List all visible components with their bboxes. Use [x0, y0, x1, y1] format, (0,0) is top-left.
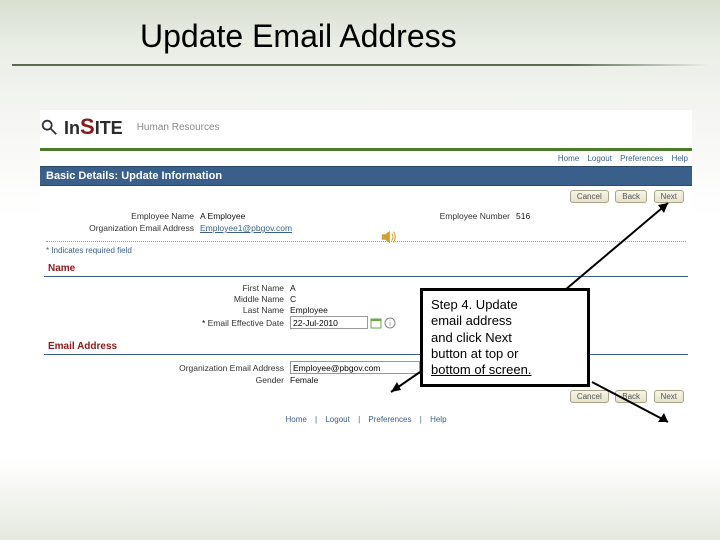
org-email-input[interactable] [290, 361, 420, 374]
back-button[interactable]: Back [615, 190, 647, 203]
callout-line2: email address [431, 313, 579, 329]
eff-date-input[interactable] [290, 316, 368, 329]
instruction-callout: Step 4. Update email address and click N… [420, 288, 590, 387]
footer-help[interactable]: Help [430, 415, 446, 424]
callout-line5: bottom of screen. [431, 362, 579, 378]
last-name-label: Last Name [40, 305, 290, 315]
nav-logout[interactable]: Logout [587, 154, 611, 163]
magnifier-icon [40, 118, 58, 136]
footer-sep: | [315, 415, 317, 424]
emp-name-value: A Employee [200, 211, 245, 221]
footer-sep2: | [358, 415, 360, 424]
footer-preferences[interactable]: Preferences [368, 415, 411, 424]
app-window: InSITE Human Resources Home Logout Prefe… [40, 110, 692, 432]
callout-line1: Step 4. Update [431, 297, 579, 313]
summary-grid: Employee Name A Employee Organization Em… [40, 207, 692, 237]
footer-logout[interactable]: Logout [325, 415, 349, 424]
bottom-button-row: Cancel Back Next [40, 386, 692, 407]
logo-row: InSITE Human Resources [40, 110, 692, 146]
cancel-button[interactable]: Cancel [570, 190, 609, 203]
dotted-divider [46, 241, 686, 242]
emp-num-label: Employee Number [366, 211, 516, 221]
help-icon[interactable]: i [384, 317, 396, 329]
name-section-header: Name [44, 261, 688, 277]
logo-s: S [80, 114, 95, 140]
org-email-field-label: Organization Email Address [40, 363, 290, 373]
gender-label: Gender [40, 375, 290, 385]
org-email-label: Organization Email Address [50, 223, 200, 233]
logo-text: InSITE [64, 114, 123, 140]
callout-line4: button at top or [431, 346, 579, 362]
section-title-bar: Basic Details: Update Information [40, 166, 692, 186]
nav-help[interactable]: Help [672, 154, 688, 163]
logo-subtitle: Human Resources [137, 122, 220, 133]
emp-name-label: Employee Name [50, 211, 200, 221]
email-section-header: Email Address [44, 339, 688, 355]
nav-home[interactable]: Home [558, 154, 579, 163]
middle-name-value: C [290, 294, 296, 304]
next-button[interactable]: Next [654, 190, 684, 203]
middle-name-label: Middle Name [40, 294, 290, 304]
first-name-value: A [290, 283, 296, 293]
last-name-value: Employee [290, 305, 328, 315]
title-divider [12, 64, 708, 66]
top-button-row: Cancel Back Next [40, 186, 692, 207]
svg-text:i: i [389, 319, 391, 328]
logo-ite: ITE [95, 118, 123, 139]
org-email-link[interactable]: Employee1@pbgov.com [200, 223, 292, 233]
next-button-bottom[interactable]: Next [654, 390, 684, 403]
footer-sep3: | [420, 415, 422, 424]
gender-value: Female [290, 375, 318, 385]
emp-num-value: 516 [516, 211, 530, 221]
logo-in: In [64, 118, 80, 139]
eff-date-label: * Email Effective Date [40, 318, 290, 328]
speaker-icon [380, 228, 398, 246]
top-nav: Home Logout Preferences Help [40, 151, 692, 166]
callout-line3: and click Next [431, 330, 579, 346]
first-name-label: First Name [40, 283, 290, 293]
footer-nav: Home | Logout | Preferences | Help [40, 407, 692, 432]
required-note: * Indicates required field [40, 246, 692, 259]
back-button-bottom[interactable]: Back [615, 390, 647, 403]
cancel-button-bottom[interactable]: Cancel [570, 390, 609, 403]
slide-title: Update Email Address [140, 18, 457, 55]
nav-preferences[interactable]: Preferences [620, 154, 663, 163]
eff-date-label-text: Email Effective Date [208, 318, 284, 328]
calendar-icon[interactable] [370, 317, 382, 329]
footer-home[interactable]: Home [285, 415, 306, 424]
